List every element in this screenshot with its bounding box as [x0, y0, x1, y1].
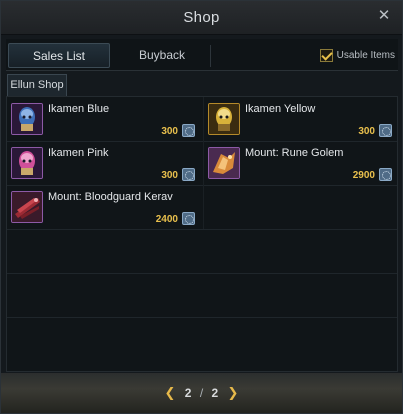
shop-item[interactable]: Ikamen Yellow 300 [204, 97, 399, 140]
item-list: Ikamen Blue 300 Ikamen Yellow 300 Ikamen… [6, 96, 398, 372]
item-name: Mount: Bloodguard Kerav [48, 191, 173, 203]
page-total: 2 [211, 386, 219, 400]
ikamen-pink-icon [11, 147, 43, 179]
row-divider [7, 273, 397, 274]
usable-items-checkbox[interactable] [319, 48, 333, 62]
item-price: 300 [161, 170, 178, 181]
item-name: Mount: Rune Golem [245, 147, 344, 159]
currency-icon [182, 212, 195, 225]
pagination-bar: ❮ 2 / 2 ❯ [1, 373, 402, 413]
tab-ellun-shop[interactable]: Ellun Shop [7, 74, 67, 96]
pagination: ❮ 2 / 2 ❯ [1, 385, 402, 401]
shop-item[interactable]: Ikamen Pink 300 [7, 141, 202, 184]
shop-item[interactable]: Mount: Bloodguard Kerav 2400 [7, 185, 202, 228]
item-price: 300 [161, 126, 178, 137]
currency-icon [379, 168, 392, 181]
currency-icon [182, 124, 195, 137]
item-name: Ikamen Blue [48, 103, 110, 115]
rune-golem-icon [208, 147, 240, 179]
window-title: Shop [183, 9, 220, 26]
bloodguard-kerav-icon [11, 191, 43, 223]
page-separator: / [199, 386, 204, 400]
ikamen-yellow-icon [208, 103, 240, 135]
tab-bar: Sales List Buyback Usable Items [6, 39, 398, 71]
shop-window: Shop ✕ Sales List Buyback Usable Items E… [0, 0, 403, 414]
page-current: 2 [184, 386, 192, 400]
item-price: 2400 [155, 214, 178, 225]
tab-sales-list[interactable]: Sales List [8, 43, 110, 68]
title-bar[interactable]: Shop ✕ [1, 1, 402, 35]
chevron-right-icon[interactable]: ❯ [222, 385, 245, 401]
tab-divider [210, 45, 211, 67]
row-divider [7, 229, 397, 230]
tab-buyback[interactable]: Buyback [112, 43, 212, 68]
usable-items-label: Usable Items [336, 49, 395, 61]
item-name: Ikamen Pink [48, 147, 109, 159]
item-name: Ikamen Yellow [245, 103, 316, 115]
row-divider [7, 317, 397, 318]
currency-icon [379, 124, 392, 137]
ikamen-blue-icon [11, 103, 43, 135]
chevron-left-icon[interactable]: ❮ [159, 385, 182, 401]
close-icon[interactable]: ✕ [376, 8, 392, 24]
usable-items-filter[interactable]: Usable Items [319, 47, 395, 63]
item-price: 300 [358, 126, 375, 137]
item-price: 2900 [352, 170, 375, 181]
shop-item[interactable]: Ikamen Blue 300 [7, 97, 202, 140]
shop-item[interactable]: Mount: Rune Golem 2900 [204, 141, 399, 184]
currency-icon [182, 168, 195, 181]
